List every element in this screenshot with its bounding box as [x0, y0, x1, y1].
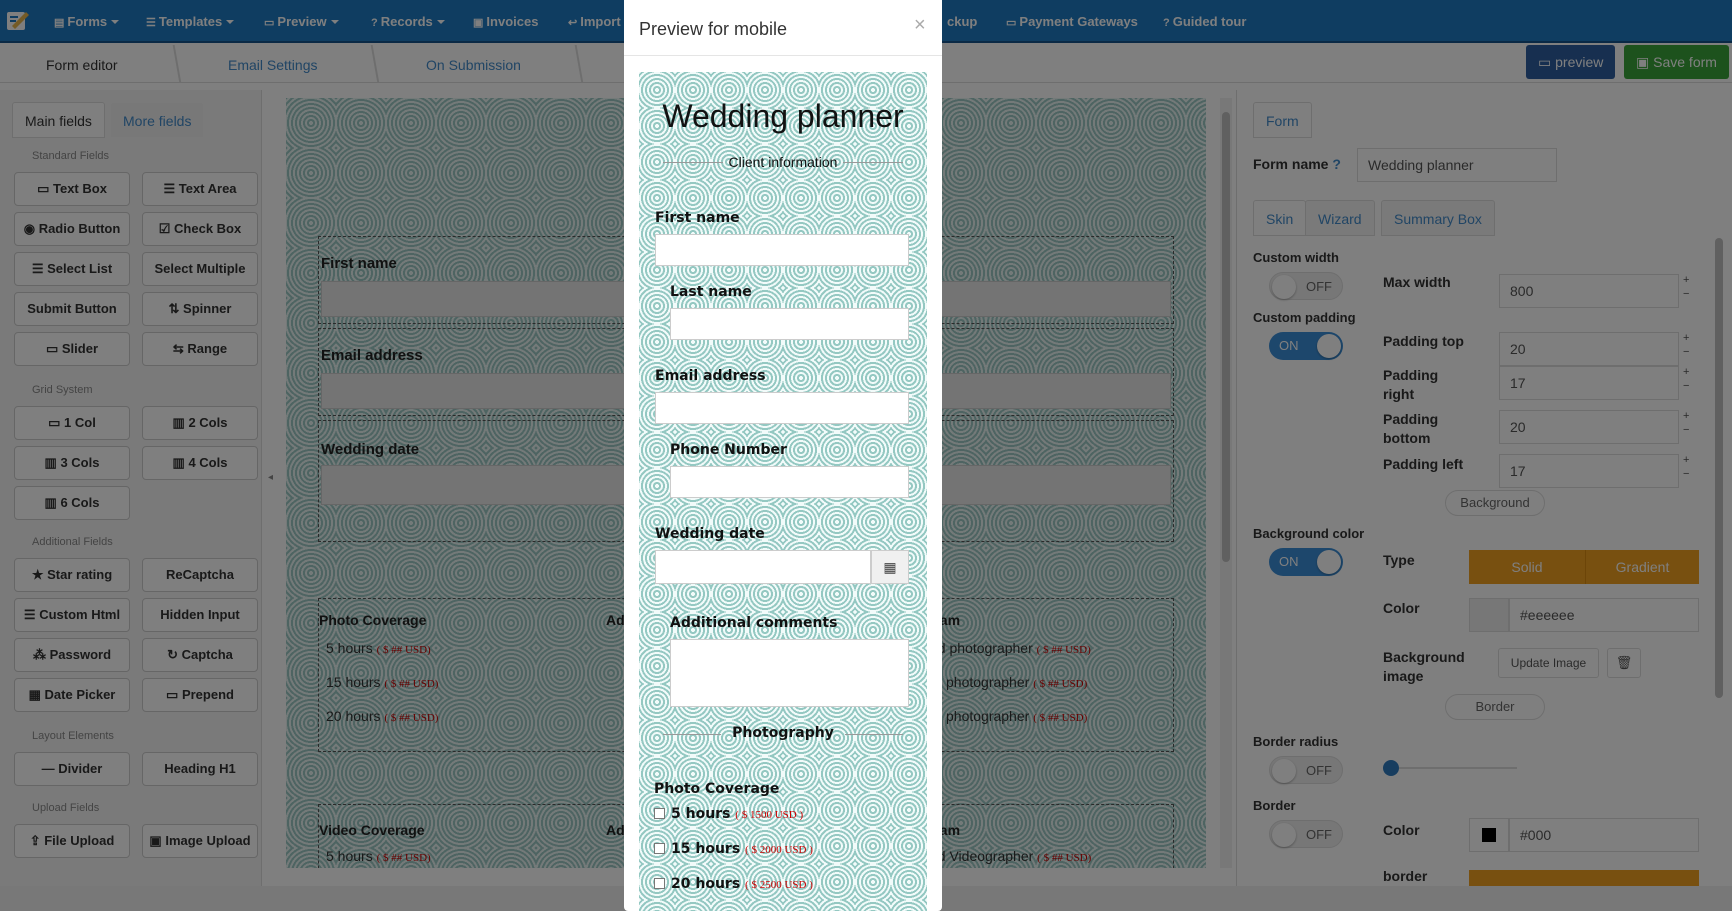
last-name-label: Last name — [670, 284, 752, 300]
additional-comments-textarea[interactable] — [670, 639, 909, 707]
checkbox[interactable] — [654, 808, 665, 819]
photo-option-5-hours[interactable]: 5 hours ( $ 1500 USD ) — [654, 806, 803, 822]
section-divider-right — [845, 734, 903, 735]
phone-number-label: Phone Number — [670, 442, 787, 458]
section-photography: Photography — [732, 725, 834, 741]
additional-comments-label: Additional comments — [670, 615, 838, 631]
checkbox[interactable] — [654, 843, 665, 854]
mobile-preview-modal: Preview for mobile × Wedding planner Cli… — [624, 0, 942, 911]
phone-number-input[interactable] — [670, 466, 909, 498]
checkbox[interactable] — [654, 878, 665, 889]
wedding-date-input[interactable] — [655, 550, 871, 584]
photo-option-15-hours[interactable]: 15 hours ( $ 2000 USD ) — [654, 841, 813, 857]
first-name-input[interactable] — [655, 234, 909, 266]
close-icon[interactable]: × — [914, 14, 926, 37]
photo-coverage-label: Photo Coverage — [654, 781, 780, 797]
section-divider-right — [843, 162, 903, 163]
last-name-input[interactable] — [670, 308, 909, 340]
mobile-form-preview: Wedding planner Client information First… — [639, 72, 927, 911]
wedding-date-label: Wedding date — [655, 526, 765, 542]
form-title: Wedding planner — [662, 98, 904, 134]
modal-header: Preview for mobile × — [624, 0, 942, 56]
modal-title: Preview for mobile — [639, 19, 788, 39]
calendar-icon[interactable]: ▦ — [871, 550, 909, 584]
first-name-label: First name — [655, 210, 740, 226]
email-label: Email address — [655, 368, 766, 384]
photo-option-20-hours[interactable]: 20 hours ( $ 2500 USD ) — [654, 876, 813, 892]
email-input[interactable] — [655, 392, 909, 424]
